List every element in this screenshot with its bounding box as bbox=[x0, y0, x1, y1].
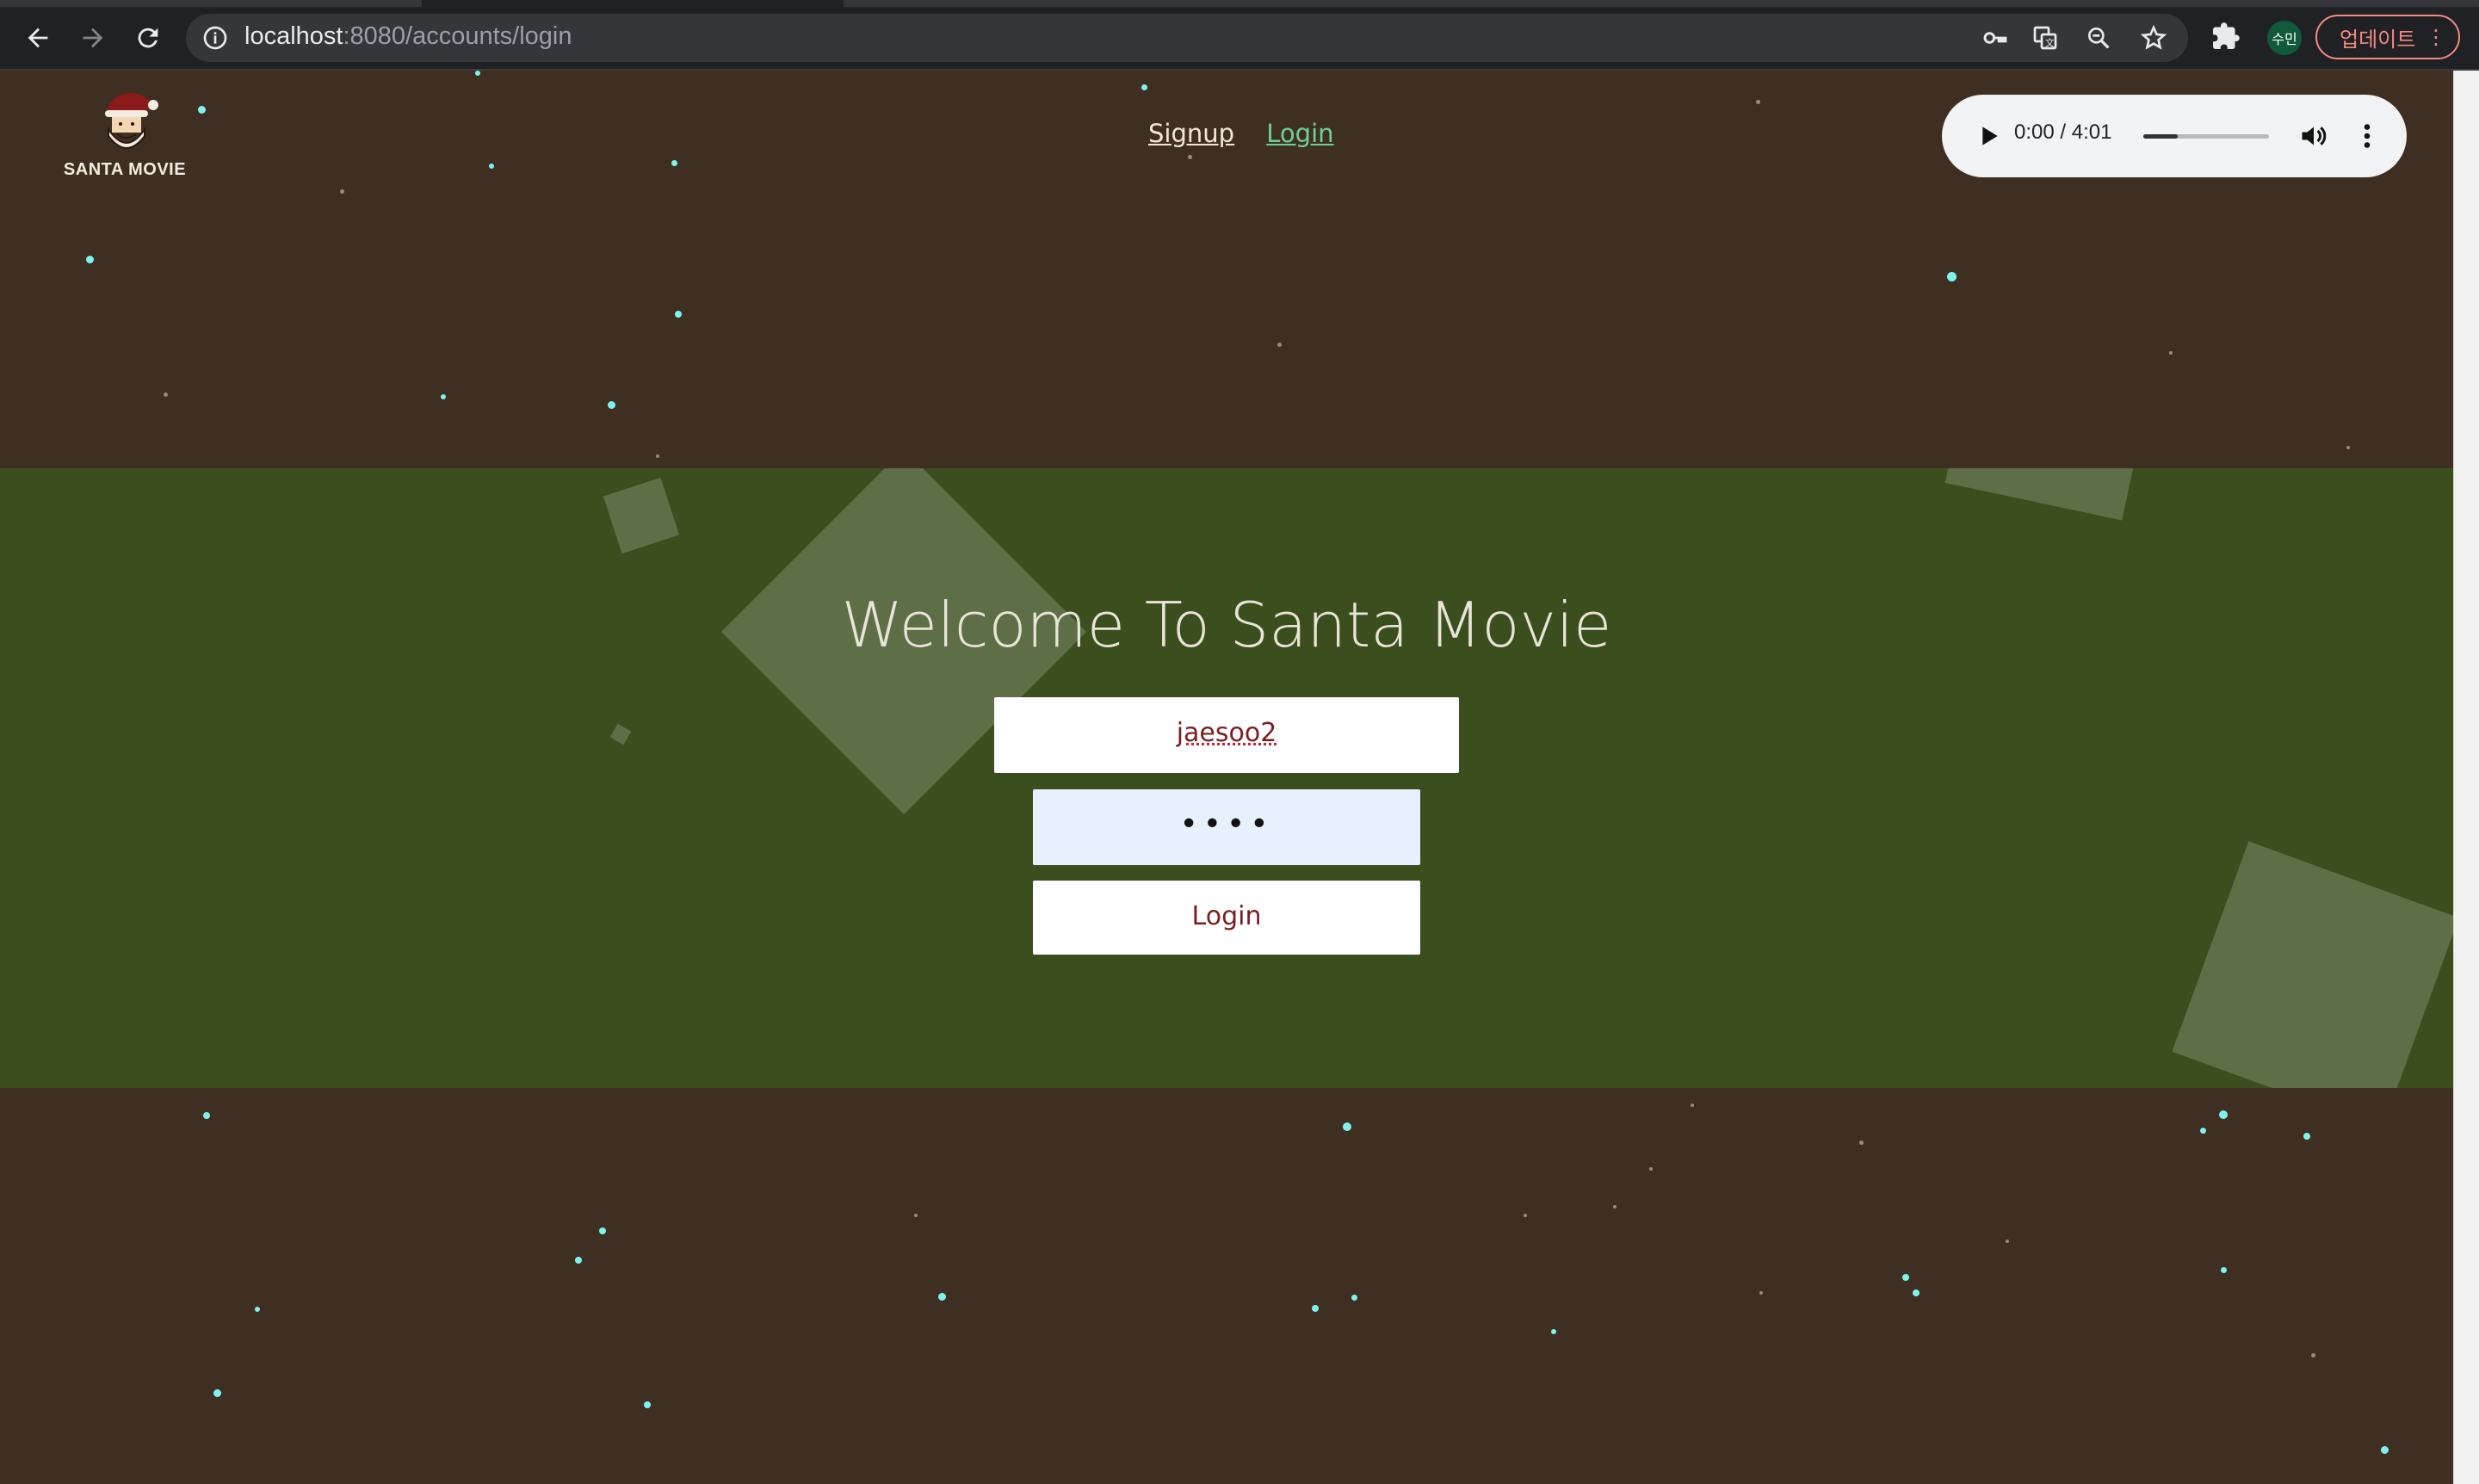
arrow-right-icon bbox=[83, 28, 103, 48]
snowflake bbox=[2221, 1267, 2227, 1273]
browser-toolbar: localhost:8080/accounts/login 文 수민 업데이트 … bbox=[0, 0, 2479, 71]
reload-icon bbox=[138, 28, 158, 48]
snowflake bbox=[255, 1307, 260, 1312]
background-square bbox=[1944, 468, 2144, 521]
snowflake bbox=[2346, 446, 2350, 449]
arrow-left-icon bbox=[28, 28, 48, 48]
snowflake bbox=[914, 1214, 918, 1217]
password-value: •••• bbox=[1179, 807, 1274, 842]
url-text[interactable]: localhost:8080/accounts/login bbox=[244, 22, 572, 51]
password-input[interactable]: •••• bbox=[1033, 789, 1420, 865]
snowflake bbox=[1524, 1214, 1527, 1217]
snowflake bbox=[671, 160, 677, 166]
key-icon[interactable] bbox=[1981, 24, 2009, 52]
snowflake bbox=[2219, 1110, 2228, 1119]
extensions-icon[interactable] bbox=[2210, 21, 2241, 52]
logo-text: SANTA MOVIE bbox=[63, 160, 187, 179]
update-button[interactable]: 업데이트 ⋮ bbox=[2315, 15, 2460, 59]
svg-text:文: 文 bbox=[2045, 37, 2055, 48]
snowflake bbox=[1351, 1295, 1357, 1301]
snowflake bbox=[1947, 272, 1957, 281]
snowflake bbox=[1141, 84, 1147, 90]
snowflake bbox=[164, 393, 168, 397]
audio-seek-fill bbox=[2143, 134, 2178, 139]
audio-player: 0:00 / 4:01 bbox=[1942, 95, 2407, 177]
play-icon[interactable] bbox=[1975, 122, 2002, 150]
snowflake bbox=[938, 1293, 946, 1301]
snowflake bbox=[2169, 351, 2173, 355]
username-value: jaesoo2 bbox=[1176, 718, 1277, 748]
snowflake bbox=[203, 1112, 210, 1119]
login-section: Welcome To Santa Movie jaesoo2 •••• Logi… bbox=[0, 468, 2453, 1088]
snowflake bbox=[2200, 1128, 2206, 1134]
address-bar[interactable]: localhost:8080/accounts/login 文 bbox=[186, 14, 2188, 62]
snowflake bbox=[213, 1389, 221, 1397]
login-link[interactable]: Login bbox=[1266, 119, 1333, 148]
snowflake bbox=[1913, 1289, 1920, 1296]
snowflake bbox=[1551, 1329, 1556, 1334]
snowflake bbox=[1649, 1167, 1653, 1171]
snowflake bbox=[608, 401, 615, 409]
santa-face-icon bbox=[105, 92, 158, 149]
login-submit-button[interactable]: Login bbox=[1033, 881, 1420, 955]
header-nav: Signup Login bbox=[1148, 119, 1334, 148]
background-square bbox=[603, 477, 680, 554]
audio-time: 0:00 / 4:01 bbox=[2014, 121, 2112, 144]
snowflake bbox=[1343, 1122, 1351, 1131]
update-label: 업데이트 bbox=[2340, 27, 2416, 52]
bookmark-star-icon[interactable] bbox=[2140, 24, 2167, 52]
snowflake bbox=[2303, 1133, 2310, 1140]
reload-button[interactable] bbox=[127, 17, 169, 59]
login-submit-label: Login bbox=[1191, 901, 1262, 931]
snowflake bbox=[475, 71, 480, 76]
more-options-icon[interactable] bbox=[2352, 121, 2383, 151]
snowflake bbox=[656, 454, 659, 458]
snowflake bbox=[1902, 1274, 1909, 1281]
snowflake bbox=[1691, 1104, 1694, 1107]
snowflake bbox=[1859, 1141, 1864, 1145]
tab-strip bbox=[0, 0, 2479, 7]
snowflake bbox=[1312, 1305, 1319, 1312]
snowflake bbox=[1756, 100, 1760, 104]
tab[interactable] bbox=[422, 0, 844, 7]
snowflake bbox=[1188, 155, 1192, 159]
back-button[interactable] bbox=[17, 17, 59, 59]
audio-seek-slider[interactable] bbox=[2143, 134, 2269, 139]
background-square bbox=[609, 723, 632, 745]
signup-link[interactable]: Signup bbox=[1148, 119, 1234, 148]
page-scrollbar[interactable] bbox=[2453, 71, 2479, 1484]
zoom-icon[interactable] bbox=[2085, 24, 2112, 52]
snowflake bbox=[1277, 343, 1282, 347]
snowflake bbox=[2311, 1353, 2315, 1357]
snowflake bbox=[340, 189, 344, 194]
snowflake bbox=[599, 1227, 606, 1234]
snowflake bbox=[1759, 1291, 1763, 1295]
snowflake bbox=[1613, 1205, 1617, 1209]
snowflake bbox=[86, 256, 94, 263]
profile-avatar[interactable]: 수민 bbox=[2267, 21, 2302, 55]
snowflake bbox=[198, 106, 206, 114]
snowflake bbox=[2381, 1446, 2389, 1454]
snowflake bbox=[575, 1257, 582, 1264]
url-path: :8080/accounts/login bbox=[343, 22, 572, 50]
snowflake bbox=[675, 311, 682, 318]
background-square bbox=[2172, 841, 2453, 1088]
more-vert-icon: ⋮ bbox=[2426, 25, 2446, 49]
username-input[interactable]: jaesoo2 bbox=[994, 697, 1459, 773]
snowflake bbox=[2006, 1240, 2009, 1243]
forward-button[interactable] bbox=[72, 17, 114, 59]
url-host: localhost bbox=[244, 22, 343, 50]
site-info-icon[interactable] bbox=[201, 24, 229, 52]
volume-icon[interactable] bbox=[2298, 121, 2329, 151]
page-title: Welcome To Santa Movie bbox=[841, 589, 1612, 661]
snowflake bbox=[644, 1401, 651, 1408]
snowflake bbox=[489, 164, 494, 169]
translate-icon[interactable]: 文 bbox=[2031, 24, 2059, 52]
snowflake bbox=[441, 394, 446, 399]
